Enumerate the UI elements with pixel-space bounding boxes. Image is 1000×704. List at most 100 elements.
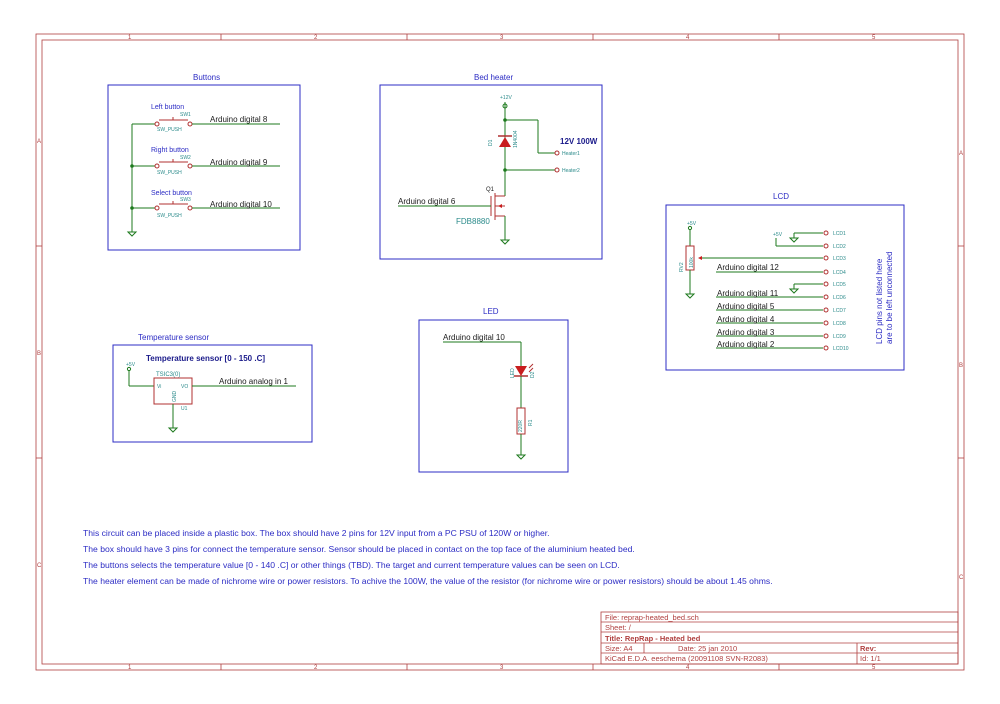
lcd-net-label: Arduino digital 5 bbox=[717, 302, 775, 311]
net-label: Arduino digital 9 bbox=[210, 158, 268, 167]
lcd-pin-label: LCD10 bbox=[833, 346, 849, 352]
led-symbol: LED D2 bbox=[510, 363, 536, 378]
lcd-net-label: Arduino digital 4 bbox=[717, 315, 775, 324]
mosfet-part: FDB8880 bbox=[456, 217, 490, 226]
title-file: File: reprap-heated_bed.sch bbox=[605, 613, 699, 622]
title-sheet: Sheet: / bbox=[605, 623, 632, 632]
led-block: LED Arduino digital 10 LED D2 220R R1 bbox=[418, 307, 569, 473]
heater2-label: Heater2 bbox=[562, 168, 580, 174]
power-label: 12V 100W bbox=[560, 137, 598, 146]
lcd-net-label: Arduino digital 12 bbox=[717, 263, 779, 272]
push-switch: Select button SW3 SW_PUSH Arduino digita… bbox=[132, 190, 280, 219]
title-date: Date: 25 jan 2010 bbox=[678, 644, 737, 653]
mosfet-symbol: Q1 Arduino digital 6 FDB8880 bbox=[398, 170, 511, 245]
net-label: Arduino analog in 1 bbox=[219, 377, 288, 386]
schematic-sheet: 1 2 3 4 5 1 2 3 4 5 A B C A B C Buttons bbox=[35, 33, 965, 671]
lcd-pin-label: LCD6 bbox=[833, 295, 846, 301]
net-label: Arduino digital 10 bbox=[443, 333, 505, 342]
note-line: The box should have 3 pins for connect t… bbox=[83, 544, 635, 554]
diode-symbol: D1 1N4004 bbox=[488, 130, 519, 148]
switch-label: Select button bbox=[151, 190, 192, 197]
led-frame bbox=[418, 319, 569, 473]
led-title: LED bbox=[483, 307, 499, 316]
lcd-net-label: Arduino digital 2 bbox=[717, 340, 775, 349]
note-line: The heater element can be made of nichro… bbox=[83, 576, 773, 586]
rv-ref: RV2 bbox=[679, 262, 685, 272]
lcd-title: LCD bbox=[773, 192, 789, 201]
lcd-pin-label: LCD2 bbox=[833, 244, 846, 250]
lcd-pin-label: LCD4 bbox=[833, 270, 846, 276]
switch-ref: SW2 bbox=[180, 155, 191, 161]
lcd-note: LCD pins not listed here bbox=[875, 258, 884, 344]
lcd-supply-symbols: +5V bbox=[773, 232, 823, 294]
sensor-pin-vo: VO bbox=[181, 384, 188, 390]
heater1-label: Heater1 bbox=[562, 151, 580, 157]
row-label-left: B bbox=[37, 351, 41, 357]
push-switch: Right button SW2 SW_PUSH Arduino digital… bbox=[132, 147, 280, 176]
lcd-pin-label: LCD3 bbox=[833, 256, 846, 262]
switch-ref: SW3 bbox=[180, 197, 191, 203]
ground-symbol bbox=[126, 228, 138, 237]
note-line: This circuit can be placed inside a plas… bbox=[83, 528, 550, 538]
lcd-block: LCD +5V RV2 100k +5V Arduino digital 12 … bbox=[665, 192, 905, 371]
switch-ref: SW1 bbox=[180, 112, 191, 118]
row-label-left: A bbox=[37, 139, 41, 145]
lcd-supply-label: +5V bbox=[773, 232, 783, 238]
temp-sensor-title: Temperature sensor bbox=[138, 333, 209, 342]
row-label-left: C bbox=[37, 563, 42, 569]
rv-supply: +5V bbox=[687, 221, 697, 227]
lcd-frame bbox=[665, 204, 905, 371]
switch-label: Right button bbox=[151, 147, 189, 154]
temp-sensor-heading: Temperature sensor [0 - 150 .C] bbox=[146, 354, 265, 363]
mosfet-ref: Q1 bbox=[486, 187, 495, 193]
lcd-pin-label: LCD1 bbox=[833, 231, 846, 237]
temperature-sensor-block: Temperature sensor Temperature sensor [0… bbox=[112, 333, 313, 443]
buttons-block: Buttons Left button SW1 SW_PUSH Arduino … bbox=[107, 73, 301, 251]
notes: This circuit can be placed inside a plas… bbox=[83, 528, 773, 586]
title-rev: Rev: bbox=[860, 644, 876, 653]
diode-value: 1N4004 bbox=[513, 130, 519, 148]
sensor-part: TSIC3(0) bbox=[156, 372, 180, 378]
res-value: 220R bbox=[518, 420, 524, 432]
res-ref: R1 bbox=[528, 419, 534, 426]
net-label: Arduino digital 6 bbox=[398, 197, 456, 206]
title-tool: KiCad E.D.A. eeschema (20091108 SVN-R208… bbox=[605, 654, 768, 663]
inner-frame bbox=[41, 39, 959, 665]
supply-label: +12V bbox=[500, 95, 512, 101]
switch-type: SW_PUSH bbox=[157, 127, 182, 133]
lcd-pin-label: LCD5 bbox=[833, 282, 846, 288]
buttons-title: Buttons bbox=[193, 73, 220, 82]
bed-heater-block: Bed heater +12V Heater1 Heater2 12V 100W… bbox=[379, 73, 603, 260]
lcd-net-label: Arduino digital 11 bbox=[717, 289, 779, 298]
note-line: The buttons selects the temperature valu… bbox=[83, 560, 620, 570]
net-label: Arduino digital 10 bbox=[210, 200, 272, 209]
push-switch: Left button SW1 SW_PUSH Arduino digital … bbox=[132, 104, 280, 133]
lcd-pin-label: LCD8 bbox=[833, 321, 846, 327]
lcd-pin-label: LCD9 bbox=[833, 334, 846, 340]
led-value: LED bbox=[510, 368, 516, 378]
resistor-symbol: 220R R1 bbox=[516, 407, 534, 435]
lcd-net-label: Arduino digital 3 bbox=[717, 328, 775, 337]
title-id: Id: 1/1 bbox=[860, 654, 881, 663]
title-size: Size: A4 bbox=[605, 644, 633, 653]
diode-ref: D1 bbox=[488, 139, 494, 146]
switch-type: SW_PUSH bbox=[157, 170, 182, 176]
title-block: File: reprap-heated_bed.sch Sheet: / Tit… bbox=[600, 611, 959, 665]
lcd-pin-label: LCD7 bbox=[833, 308, 846, 314]
rv-value: 100k bbox=[689, 257, 695, 268]
lcd-note: are to be left unconnected bbox=[885, 251, 894, 344]
lcd-pin-terminals: LCD1 LCD2 LCD3 LCD4 LCD5 LCD6 LCD7 LCD8 … bbox=[823, 230, 849, 352]
switch-label: Left button bbox=[151, 104, 184, 111]
temp-supply: +5V bbox=[126, 362, 136, 368]
sensor-pin-gnd: GND bbox=[172, 391, 178, 403]
net-label: Arduino digital 8 bbox=[210, 115, 268, 124]
row-label-right: B bbox=[959, 363, 963, 369]
sensor-pin-vi: Vi bbox=[157, 384, 161, 390]
row-label-right: C bbox=[959, 575, 964, 581]
title-name: Title: RepRap - Heated bed bbox=[605, 634, 701, 643]
buttons-frame bbox=[107, 84, 301, 251]
led-ref: D2 bbox=[530, 371, 536, 378]
sensor-ref: U1 bbox=[181, 406, 188, 412]
switch-type: SW_PUSH bbox=[157, 213, 182, 219]
bed-heater-title: Bed heater bbox=[474, 73, 513, 82]
